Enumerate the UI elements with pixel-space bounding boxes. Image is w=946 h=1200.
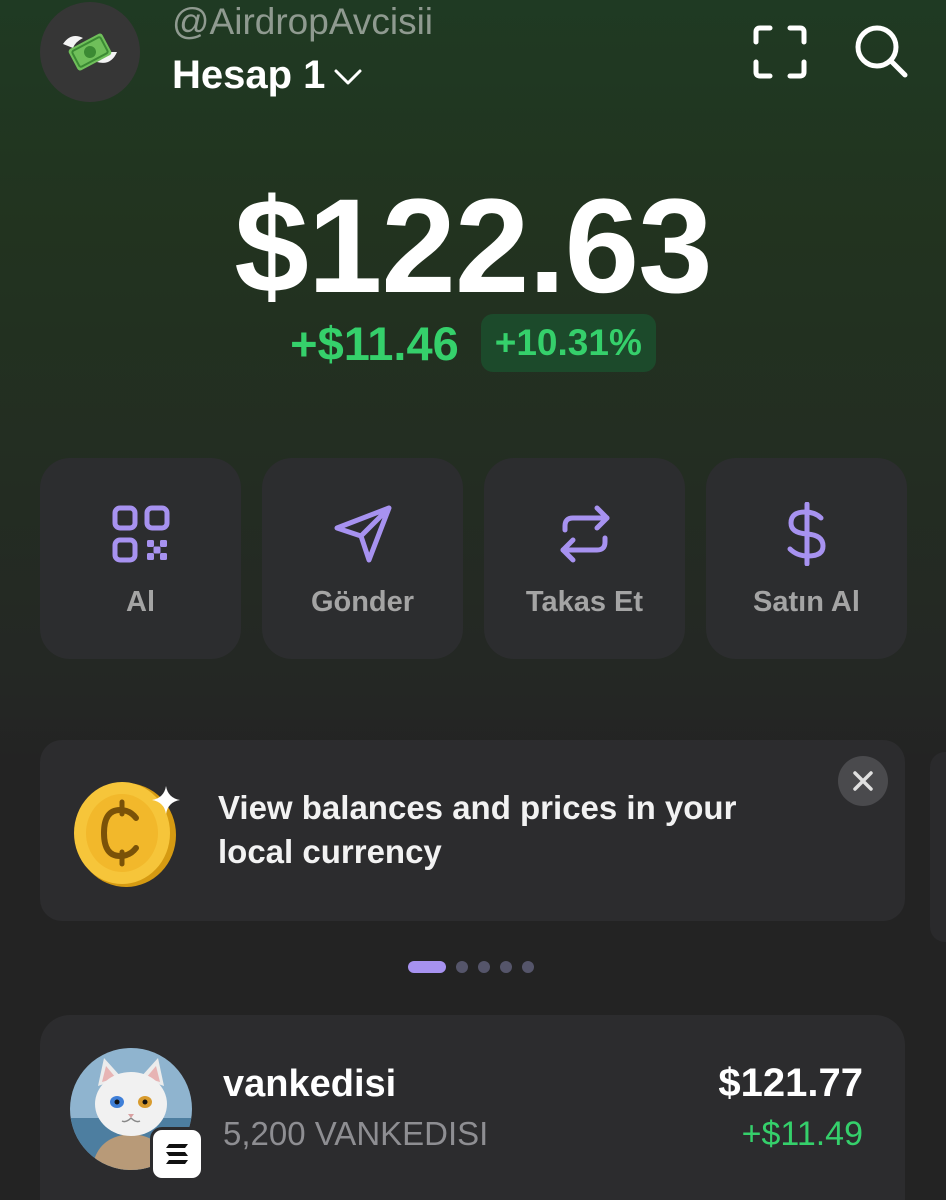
- buy-label: Satın Al: [753, 586, 860, 618]
- pager-dot[interactable]: [456, 961, 468, 973]
- receive-label: Al: [126, 586, 155, 618]
- dollar-icon: [787, 502, 826, 566]
- next-banner-peek[interactable]: [930, 752, 946, 942]
- username: @AirdropAvcisii: [172, 1, 434, 42]
- change-amount: +$11.46: [290, 316, 459, 370]
- swap-button[interactable]: Takas Et: [484, 458, 685, 659]
- pager-dot[interactable]: [478, 961, 490, 973]
- change-percent-badge: +10.31%: [480, 314, 656, 372]
- token-quantity: 5,200 VANKEDISI: [223, 1115, 489, 1152]
- send-icon: [334, 505, 391, 563]
- currency-banner[interactable]: View balances and prices in your local c…: [40, 740, 905, 921]
- token-value: $121.77: [718, 1061, 863, 1105]
- chevron-down-icon: [334, 69, 362, 85]
- pager-dot-active[interactable]: [408, 961, 446, 973]
- account-switcher[interactable]: Hesap 1: [172, 52, 363, 98]
- wallet-home-screen: @AirdropAvcisii Hesap 1 $122.63 +$11.46 …: [0, 0, 946, 1200]
- banner-close-button[interactable]: [838, 756, 888, 806]
- banner-pager: [408, 961, 534, 973]
- buy-button[interactable]: Satın Al: [706, 458, 907, 659]
- scan-icon[interactable]: [752, 24, 808, 80]
- pager-dot[interactable]: [522, 961, 534, 973]
- solana-icon: [166, 1144, 188, 1164]
- search-icon[interactable]: [852, 22, 910, 80]
- account-avatar[interactable]: [40, 2, 140, 102]
- qr-code-icon: [112, 505, 169, 563]
- flying-money-icon: [63, 33, 117, 71]
- total-balance: $122.63: [234, 172, 712, 321]
- token-name: vankedisi: [223, 1063, 397, 1105]
- swap-label: Takas Et: [525, 586, 644, 618]
- close-icon: [853, 771, 873, 791]
- banner-text: View balances and prices in your local c…: [218, 789, 737, 870]
- coin-sparkle-icon: [74, 782, 180, 887]
- token-row[interactable]: vankedisi 5,200 VANKEDISI $121.77 +$11.4…: [40, 1015, 905, 1200]
- receive-button[interactable]: Al: [40, 458, 241, 659]
- token-change: +$11.49: [741, 1115, 863, 1153]
- balance-change: +$11.46 +10.31%: [0, 314, 946, 372]
- account-name: Hesap 1: [172, 53, 326, 97]
- send-label: Gönder: [310, 586, 415, 618]
- send-button[interactable]: Gönder: [262, 458, 463, 659]
- pager-dot[interactable]: [500, 961, 512, 973]
- solana-badge: [150, 1127, 204, 1181]
- swap-icon: [560, 505, 609, 563]
- action-bar: Al Gönder Takas Et Satın Al: [40, 458, 907, 659]
